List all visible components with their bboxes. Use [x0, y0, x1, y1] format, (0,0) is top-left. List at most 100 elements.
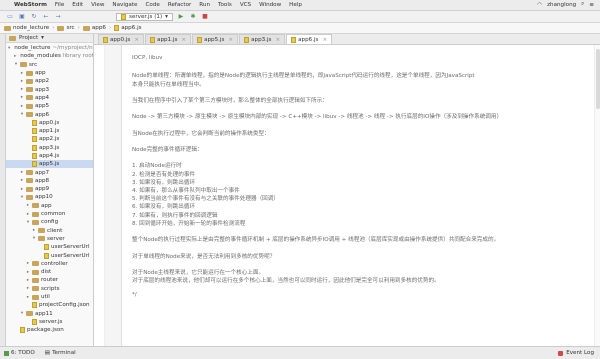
app-menu[interactable]: WebStorm: [14, 2, 47, 8]
tree-folder[interactable]: ▸ node_modules library root: [6, 52, 93, 60]
search-icon[interactable]: ⌕: [581, 1, 584, 8]
code-line[interactable]: 3. 如果没有，则跳出循环: [132, 178, 597, 186]
code-line[interactable]: 4. 如果有，那么从事件队列中取出一个事件: [132, 186, 597, 194]
code-line[interactable]: 8. 回到循环开始，开始新一轮的事件检测流程: [132, 219, 597, 227]
tree-folder[interactable]: ▸ scripts: [6, 285, 93, 293]
code-line[interactable]: [132, 88, 597, 96]
code-line[interactable]: 1. 启动Node运行时: [132, 161, 597, 169]
run-icon[interactable]: ▶: [177, 13, 185, 21]
save-icon[interactable]: ▣: [18, 13, 26, 21]
code-line[interactable]: 5. 判断当前这个事件有没有与之关联的事件处理器（回调）: [132, 194, 597, 202]
editor-tab[interactable]: app3.js ×: [239, 34, 286, 44]
menu-window[interactable]: Window: [259, 2, 281, 8]
code-content[interactable]: IOCP, libuv Node的单线程：所谓单线程，指的是Node的逻辑执行主线…: [132, 55, 597, 301]
tree-folder[interactable]: ▸ app8: [6, 177, 93, 185]
wifi-icon[interactable]: ◠: [537, 2, 542, 8]
tree-file[interactable]: userServerUrl: [6, 243, 93, 251]
code-line[interactable]: [132, 227, 597, 235]
tree-folder[interactable]: ▾ src: [6, 61, 93, 69]
editor-tab[interactable]: app6.js ×: [286, 34, 333, 44]
close-icon[interactable]: ×: [322, 37, 327, 43]
tree-folder[interactable]: ▸ router: [6, 276, 93, 284]
chevron-right-icon[interactable]: ▸: [20, 104, 24, 109]
tree-file[interactable]: app4.js: [6, 152, 93, 160]
chevron-down-icon[interactable]: ▾: [20, 112, 24, 117]
code-line[interactable]: [132, 63, 597, 71]
tree-folder[interactable]: ▸ controller: [6, 260, 93, 268]
code-line[interactable]: */: [132, 292, 597, 300]
menu-view[interactable]: View: [91, 2, 104, 8]
tree-folder[interactable]: ▸ app4: [6, 94, 93, 102]
chevron-right-icon[interactable]: ▸: [26, 286, 30, 291]
menu-code[interactable]: Code: [146, 2, 160, 8]
chevron-right-icon[interactable]: ▸: [26, 261, 30, 266]
tree-folder[interactable]: ▸ app: [6, 69, 93, 77]
tree-folder[interactable]: ▾ server: [6, 235, 93, 243]
code-line[interactable]: [132, 260, 597, 268]
chevron-right-icon[interactable]: ▸: [26, 203, 30, 208]
tree-folder[interactable]: ▾ config: [6, 218, 93, 226]
event-log-button[interactable]: Event Log: [558, 350, 594, 356]
tree-folder[interactable]: ▸ app: [6, 202, 93, 210]
breadcrumb-project[interactable]: node_lecture: [4, 25, 49, 31]
chevron-down-icon[interactable]: ▾: [8, 46, 10, 51]
tree-folder[interactable]: ▸ app9: [6, 185, 93, 193]
code-line[interactable]: 当我们在程序中引入了某个第三方模块时，那么整体的全部执行逻辑如下所示：: [132, 96, 597, 104]
chevron-right-icon[interactable]: ▸: [14, 54, 16, 59]
forward-icon[interactable]: →: [54, 13, 62, 21]
chevron-down-icon[interactable]: ▾: [20, 195, 24, 200]
sync-icon[interactable]: ↻: [30, 13, 38, 21]
code-line[interactable]: 7. 如果有，则执行事件的回调逻辑: [132, 211, 597, 219]
tree-folder[interactable]: ▾ node_lecture~/myproject/node_lecture: [6, 44, 93, 52]
menu-file[interactable]: File: [55, 2, 64, 8]
code-line[interactable]: [132, 153, 597, 161]
debug-icon[interactable]: ✱: [189, 13, 197, 21]
tree-folder[interactable]: ▸ app5: [6, 102, 93, 110]
tree-folder[interactable]: ▸ dist: [6, 268, 93, 276]
code-line[interactable]: Node的单线程：所谓单线程，指的是Node的逻辑执行主线程是单线程的，即Jav…: [132, 71, 597, 79]
tree-folder[interactable]: ▾ app6: [6, 110, 93, 118]
user-name[interactable]: zhanglong: [547, 2, 576, 8]
stop-icon[interactable]: ■: [201, 13, 209, 21]
chevron-right-icon[interactable]: ▸: [20, 170, 24, 175]
code-line[interactable]: 对于底层的线程池来说，他们却可以运行在多个核心上面，当然也可以同时运行，因此他们…: [132, 276, 597, 284]
tree-folder[interactable]: ▸ app7: [6, 168, 93, 176]
chevron-right-icon[interactable]: ▸: [26, 278, 30, 283]
menu-navigate[interactable]: Navigate: [112, 2, 137, 8]
tree-folder[interactable]: ▸ app3: [6, 85, 93, 93]
code-line[interactable]: 对于单线程的Node来说，是否无法利用到多核的优势呢？: [132, 252, 597, 260]
code-line[interactable]: [132, 121, 597, 129]
chevron-down-icon[interactable]: ▾: [26, 220, 30, 225]
menu-run[interactable]: Run: [199, 2, 210, 8]
close-icon[interactable]: ×: [181, 37, 186, 43]
scrollbar-thumb[interactable]: [596, 49, 600, 109]
chevron-down-icon[interactable]: ▾: [20, 311, 24, 316]
breadcrumb-file[interactable]: app6.js: [114, 25, 142, 31]
menu-edit[interactable]: Edit: [72, 2, 83, 8]
code-editor[interactable]: IOCP, libuv Node的单线程：所谓单线程，指的是Node的逻辑执行主线…: [94, 45, 600, 346]
code-line[interactable]: 本身只能执行在单线程当中。: [132, 80, 597, 88]
tree-file[interactable]: package.json: [6, 326, 93, 334]
code-line[interactable]: [132, 104, 597, 112]
tree-file[interactable]: app3.js: [6, 144, 93, 152]
back-icon[interactable]: ←: [42, 13, 50, 21]
tree-folder[interactable]: ▾ app11: [6, 310, 93, 318]
tree-folder[interactable]: ▸ client: [6, 227, 93, 235]
tree-folder[interactable]: ▸ common: [6, 210, 93, 218]
chevron-right-icon[interactable]: ▸: [20, 178, 24, 183]
code-line[interactable]: 对于Node主线程来说，它只能运行在一个核心上面。: [132, 268, 597, 276]
chevron-right-icon[interactable]: ▸: [20, 71, 24, 76]
code-line[interactable]: 2. 检测是否有处理的事件: [132, 170, 597, 178]
open-folder-icon[interactable]: ▭: [6, 13, 14, 21]
menu-tools[interactable]: Tools: [218, 2, 232, 8]
chevron-right-icon[interactable]: ▸: [20, 87, 24, 92]
tree-file[interactable]: projectConfig.json: [6, 301, 93, 309]
code-line[interactable]: 当Node在执行过程中，它会判断当前的操作系统类型：: [132, 129, 597, 137]
chevron-down-icon[interactable]: ▾: [14, 62, 18, 67]
tree-file[interactable]: app0.js: [6, 119, 93, 127]
chevron-right-icon[interactable]: ▸: [26, 212, 30, 217]
project-panel-header[interactable]: Project ▾: [6, 34, 93, 43]
tree-folder[interactable]: ▸ app2: [6, 77, 93, 85]
chevron-down-icon[interactable]: ▾: [32, 236, 36, 241]
chevron-right-icon[interactable]: ▸: [20, 95, 24, 100]
